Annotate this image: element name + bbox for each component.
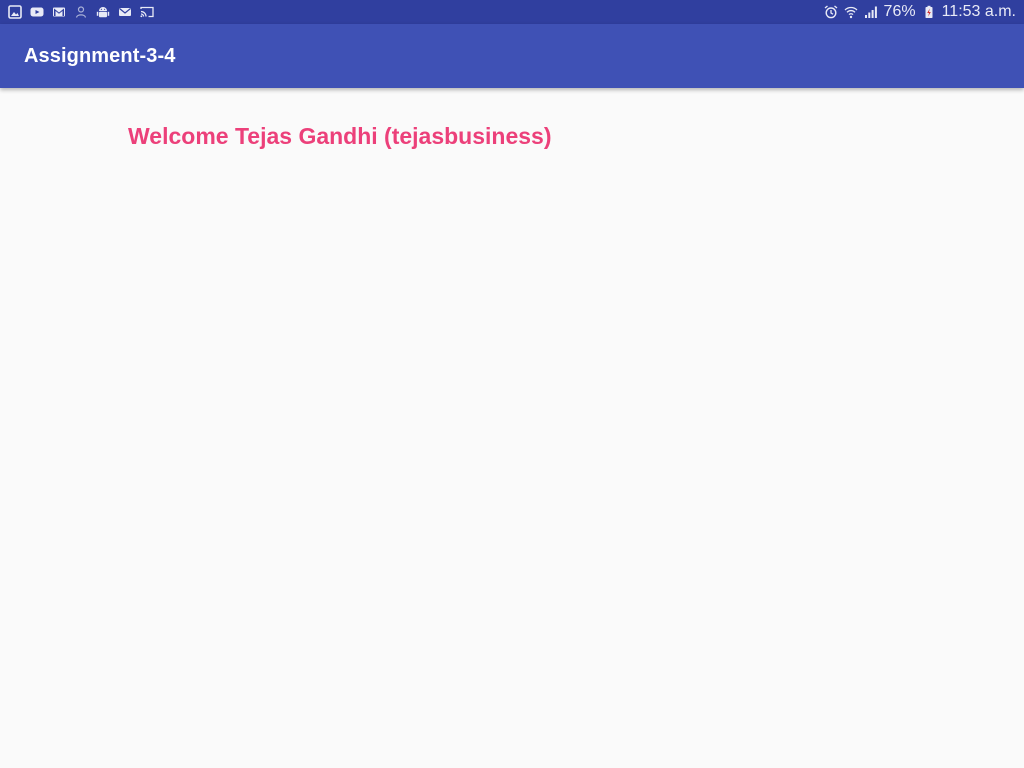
status-bar: 76% 11:53 a.m. <box>0 0 1024 24</box>
main-content: Welcome Tejas Gandhi (tejasbusiness) <box>0 88 1024 768</box>
alarm-icon <box>824 5 838 19</box>
system-indicators: 76% 11:53 a.m. <box>824 0 1016 24</box>
app-bar: Assignment-3-4 <box>0 24 1024 88</box>
email-icon <box>118 5 132 19</box>
person-icon <box>74 5 88 19</box>
battery-percent: 76% <box>883 3 916 20</box>
wifi-icon <box>844 5 858 19</box>
android-debug-icon <box>96 5 110 19</box>
notification-icons <box>8 5 154 19</box>
app-title: Assignment-3-4 <box>24 44 176 67</box>
youtube-icon <box>30 5 44 19</box>
signal-icon <box>864 5 878 19</box>
gallery-icon <box>8 5 22 19</box>
gmail-icon <box>52 5 66 19</box>
cast-icon <box>140 5 154 19</box>
battery-icon <box>922 5 936 19</box>
clock: 11:53 a.m. <box>941 3 1016 20</box>
welcome-message: Welcome Tejas Gandhi (tejasbusiness) <box>128 123 552 149</box>
